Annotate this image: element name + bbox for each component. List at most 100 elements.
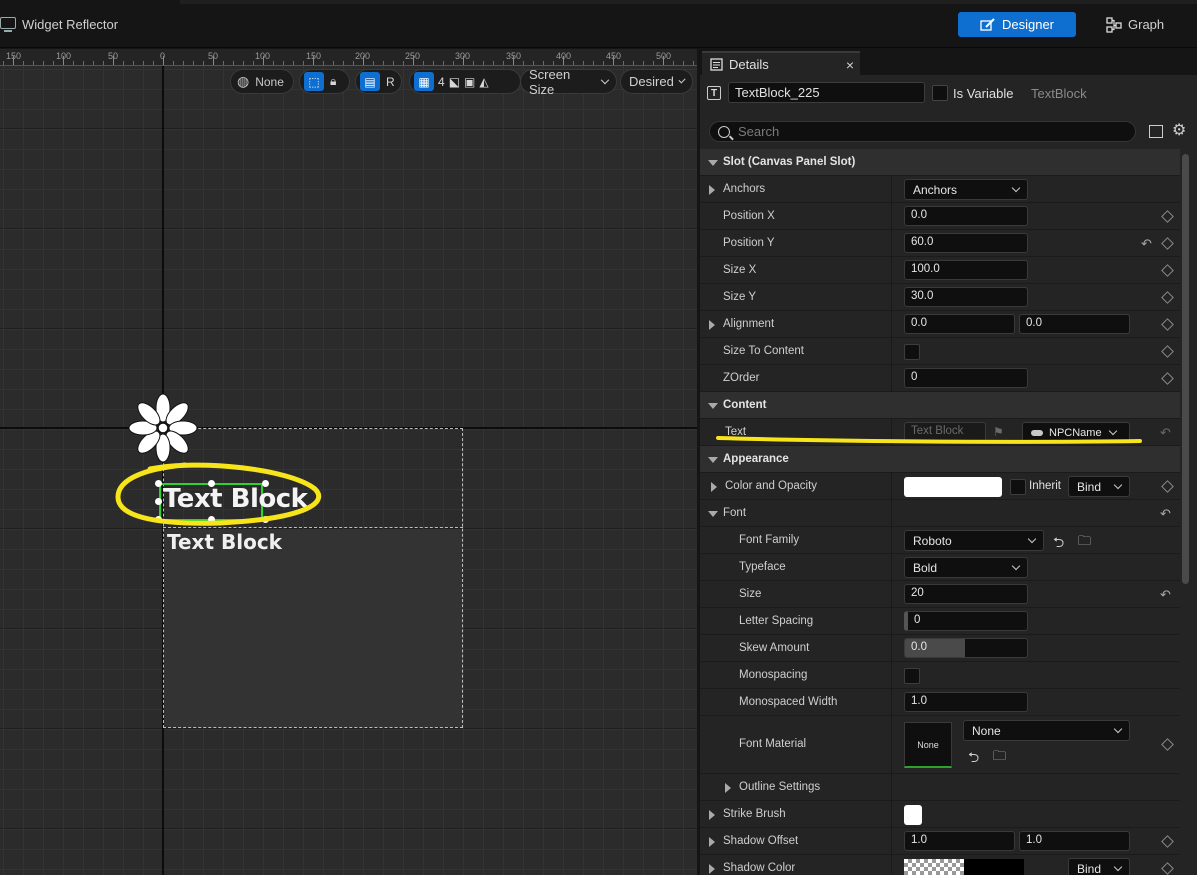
gear-icon[interactable]: ⚙	[1172, 123, 1186, 139]
material-thumbnail[interactable]: None	[904, 722, 952, 768]
widget-reflector-label[interactable]: Widget Reflector	[22, 17, 118, 32]
chevron-right-icon[interactable]	[709, 810, 715, 820]
property-monospacing: Monospacing	[700, 662, 1180, 689]
column-divider	[891, 801, 892, 827]
shadow-bind-dropdown[interactable]: Bind	[1068, 858, 1130, 875]
property-alignment: Alignment 0.0 0.0	[700, 311, 1180, 338]
reset-arrow-icon[interactable]: ↶	[1160, 587, 1171, 603]
size-to-content-checkbox[interactable]	[904, 344, 920, 360]
chevron-down-icon[interactable]	[708, 511, 718, 517]
table-view-icon[interactable]	[1149, 125, 1163, 138]
position-x-field[interactable]: 0.0	[904, 206, 1028, 226]
chevron-down-icon	[708, 457, 718, 463]
is-variable-checkbox[interactable]	[932, 85, 948, 101]
anchor-icon[interactable]	[128, 393, 198, 463]
graph-label: Graph	[1128, 17, 1165, 32]
widget-name-input[interactable]: TextBlock_225	[728, 82, 925, 103]
keyframe-diamond-icon[interactable]	[1161, 345, 1174, 358]
search-input[interactable]: Search	[709, 121, 1136, 142]
graph-button[interactable]: Graph	[1100, 12, 1180, 37]
column-divider	[891, 311, 892, 337]
category-content[interactable]: Content	[700, 392, 1180, 419]
chevron-down-icon	[1113, 480, 1123, 490]
monospacing-checkbox[interactable]	[904, 668, 920, 684]
category-label: Content	[723, 399, 767, 411]
inherit-label: Inherit	[1029, 480, 1061, 492]
monitor-icon	[0, 17, 16, 32]
property-label: Typeface	[739, 561, 786, 573]
skew-slider[interactable]: 0.0	[904, 638, 1028, 658]
property-label: Font Family	[739, 534, 800, 546]
keyframe-diamond-icon[interactable]	[1161, 372, 1174, 385]
property-label: Size X	[723, 264, 757, 276]
bind-dropdown[interactable]: Bind	[1068, 476, 1130, 497]
letter-spacing-field[interactable]: 0	[904, 611, 1028, 631]
color-swatch[interactable]	[904, 477, 1002, 497]
property-label: Strike Brush	[723, 808, 786, 820]
reset-arrow-icon[interactable]: ↶	[1160, 506, 1171, 522]
property-label: Anchors	[723, 183, 766, 195]
zorder-field[interactable]: 0	[904, 368, 1028, 388]
keyframe-diamond-icon[interactable]	[1161, 738, 1174, 751]
keyframe-diamond-icon[interactable]	[1161, 291, 1174, 304]
details-scrollbar[interactable]	[1182, 154, 1189, 584]
chevron-right-icon[interactable]	[711, 482, 717, 492]
chevron-right-icon[interactable]	[709, 320, 715, 330]
property-label: ZOrder	[723, 372, 760, 384]
browse-icon[interactable]: 🗀︎	[993, 747, 1006, 769]
font-material-dropdown[interactable]: None	[963, 720, 1130, 741]
shadow-color-swatch[interactable]	[964, 859, 1024, 875]
shadow-offset-x-field[interactable]: 1.0	[904, 831, 1015, 851]
use-selected-icon[interactable]: ⮌	[968, 747, 979, 771]
keyframe-diamond-icon[interactable]	[1161, 210, 1174, 223]
chevron-right-icon[interactable]	[709, 185, 715, 195]
size-y-field[interactable]: 30.0	[904, 287, 1028, 307]
reset-arrow-icon[interactable]: ↶	[1141, 236, 1152, 252]
use-selected-icon[interactable]: ⮌	[1053, 532, 1064, 556]
designer-button[interactable]: Designer	[958, 12, 1076, 37]
designer-label: Designer	[1001, 17, 1055, 32]
keyframe-diamond-icon[interactable]	[1161, 237, 1174, 250]
monospaced-width-field[interactable]: 1.0	[904, 692, 1028, 712]
property-label: Size Y	[723, 291, 757, 303]
alignment-x-field[interactable]: 0.0	[904, 314, 1015, 334]
property-letter-spacing: Letter Spacing 0	[700, 608, 1180, 635]
chevron-right-icon[interactable]	[709, 837, 715, 847]
keyframe-diamond-icon[interactable]	[1161, 480, 1174, 493]
designer-viewport[interactable]: 150 100 50 0 50 100 150 200 250 300 350 …	[0, 49, 697, 875]
category-slot[interactable]: Slot (Canvas Panel Slot)	[700, 149, 1180, 176]
keyframe-diamond-icon[interactable]	[1161, 862, 1174, 875]
anchors-dropdown[interactable]: Anchors	[904, 179, 1028, 200]
keyframe-diamond-icon[interactable]	[1161, 835, 1174, 848]
keyframe-diamond-icon[interactable]	[1161, 264, 1174, 277]
property-skew-amount: Skew Amount 0.0	[700, 635, 1180, 662]
category-appearance[interactable]: Appearance	[700, 446, 1180, 473]
column-divider	[891, 716, 892, 773]
chevron-down-icon	[1011, 183, 1021, 193]
browse-icon[interactable]: 🗀︎	[1078, 532, 1091, 554]
shadow-alpha-swatch[interactable]	[904, 859, 964, 875]
text-type-icon: T	[707, 86, 721, 100]
column-divider	[891, 635, 892, 661]
details-icon	[710, 57, 723, 71]
chevron-down-icon	[1113, 862, 1123, 872]
alignment-y-field[interactable]: 0.0	[1019, 314, 1130, 334]
font-family-dropdown[interactable]: Roboto	[904, 530, 1044, 551]
font-size-field[interactable]: 20	[904, 584, 1028, 604]
annotation-underline	[716, 436, 1142, 444]
shadow-offset-y-field[interactable]: 1.0	[1019, 831, 1130, 851]
size-x-field[interactable]: 100.0	[904, 260, 1028, 280]
tab-details[interactable]: Details ×	[702, 51, 860, 75]
property-size: Size 20 ↶	[700, 581, 1180, 608]
strike-color-swatch[interactable]	[904, 805, 922, 825]
chevron-right-icon[interactable]	[709, 864, 715, 874]
keyframe-diamond-icon[interactable]	[1161, 318, 1174, 331]
inherit-checkbox[interactable]	[1010, 479, 1026, 495]
chevron-right-icon[interactable]	[725, 783, 731, 793]
close-icon[interactable]: ×	[846, 57, 854, 73]
property-label: Monospacing	[739, 669, 808, 681]
property-label: Shadow Color	[723, 862, 796, 874]
property-font: Font ↶	[700, 500, 1180, 527]
position-y-field[interactable]: 60.0	[904, 233, 1028, 253]
typeface-dropdown[interactable]: Bold	[904, 557, 1028, 578]
